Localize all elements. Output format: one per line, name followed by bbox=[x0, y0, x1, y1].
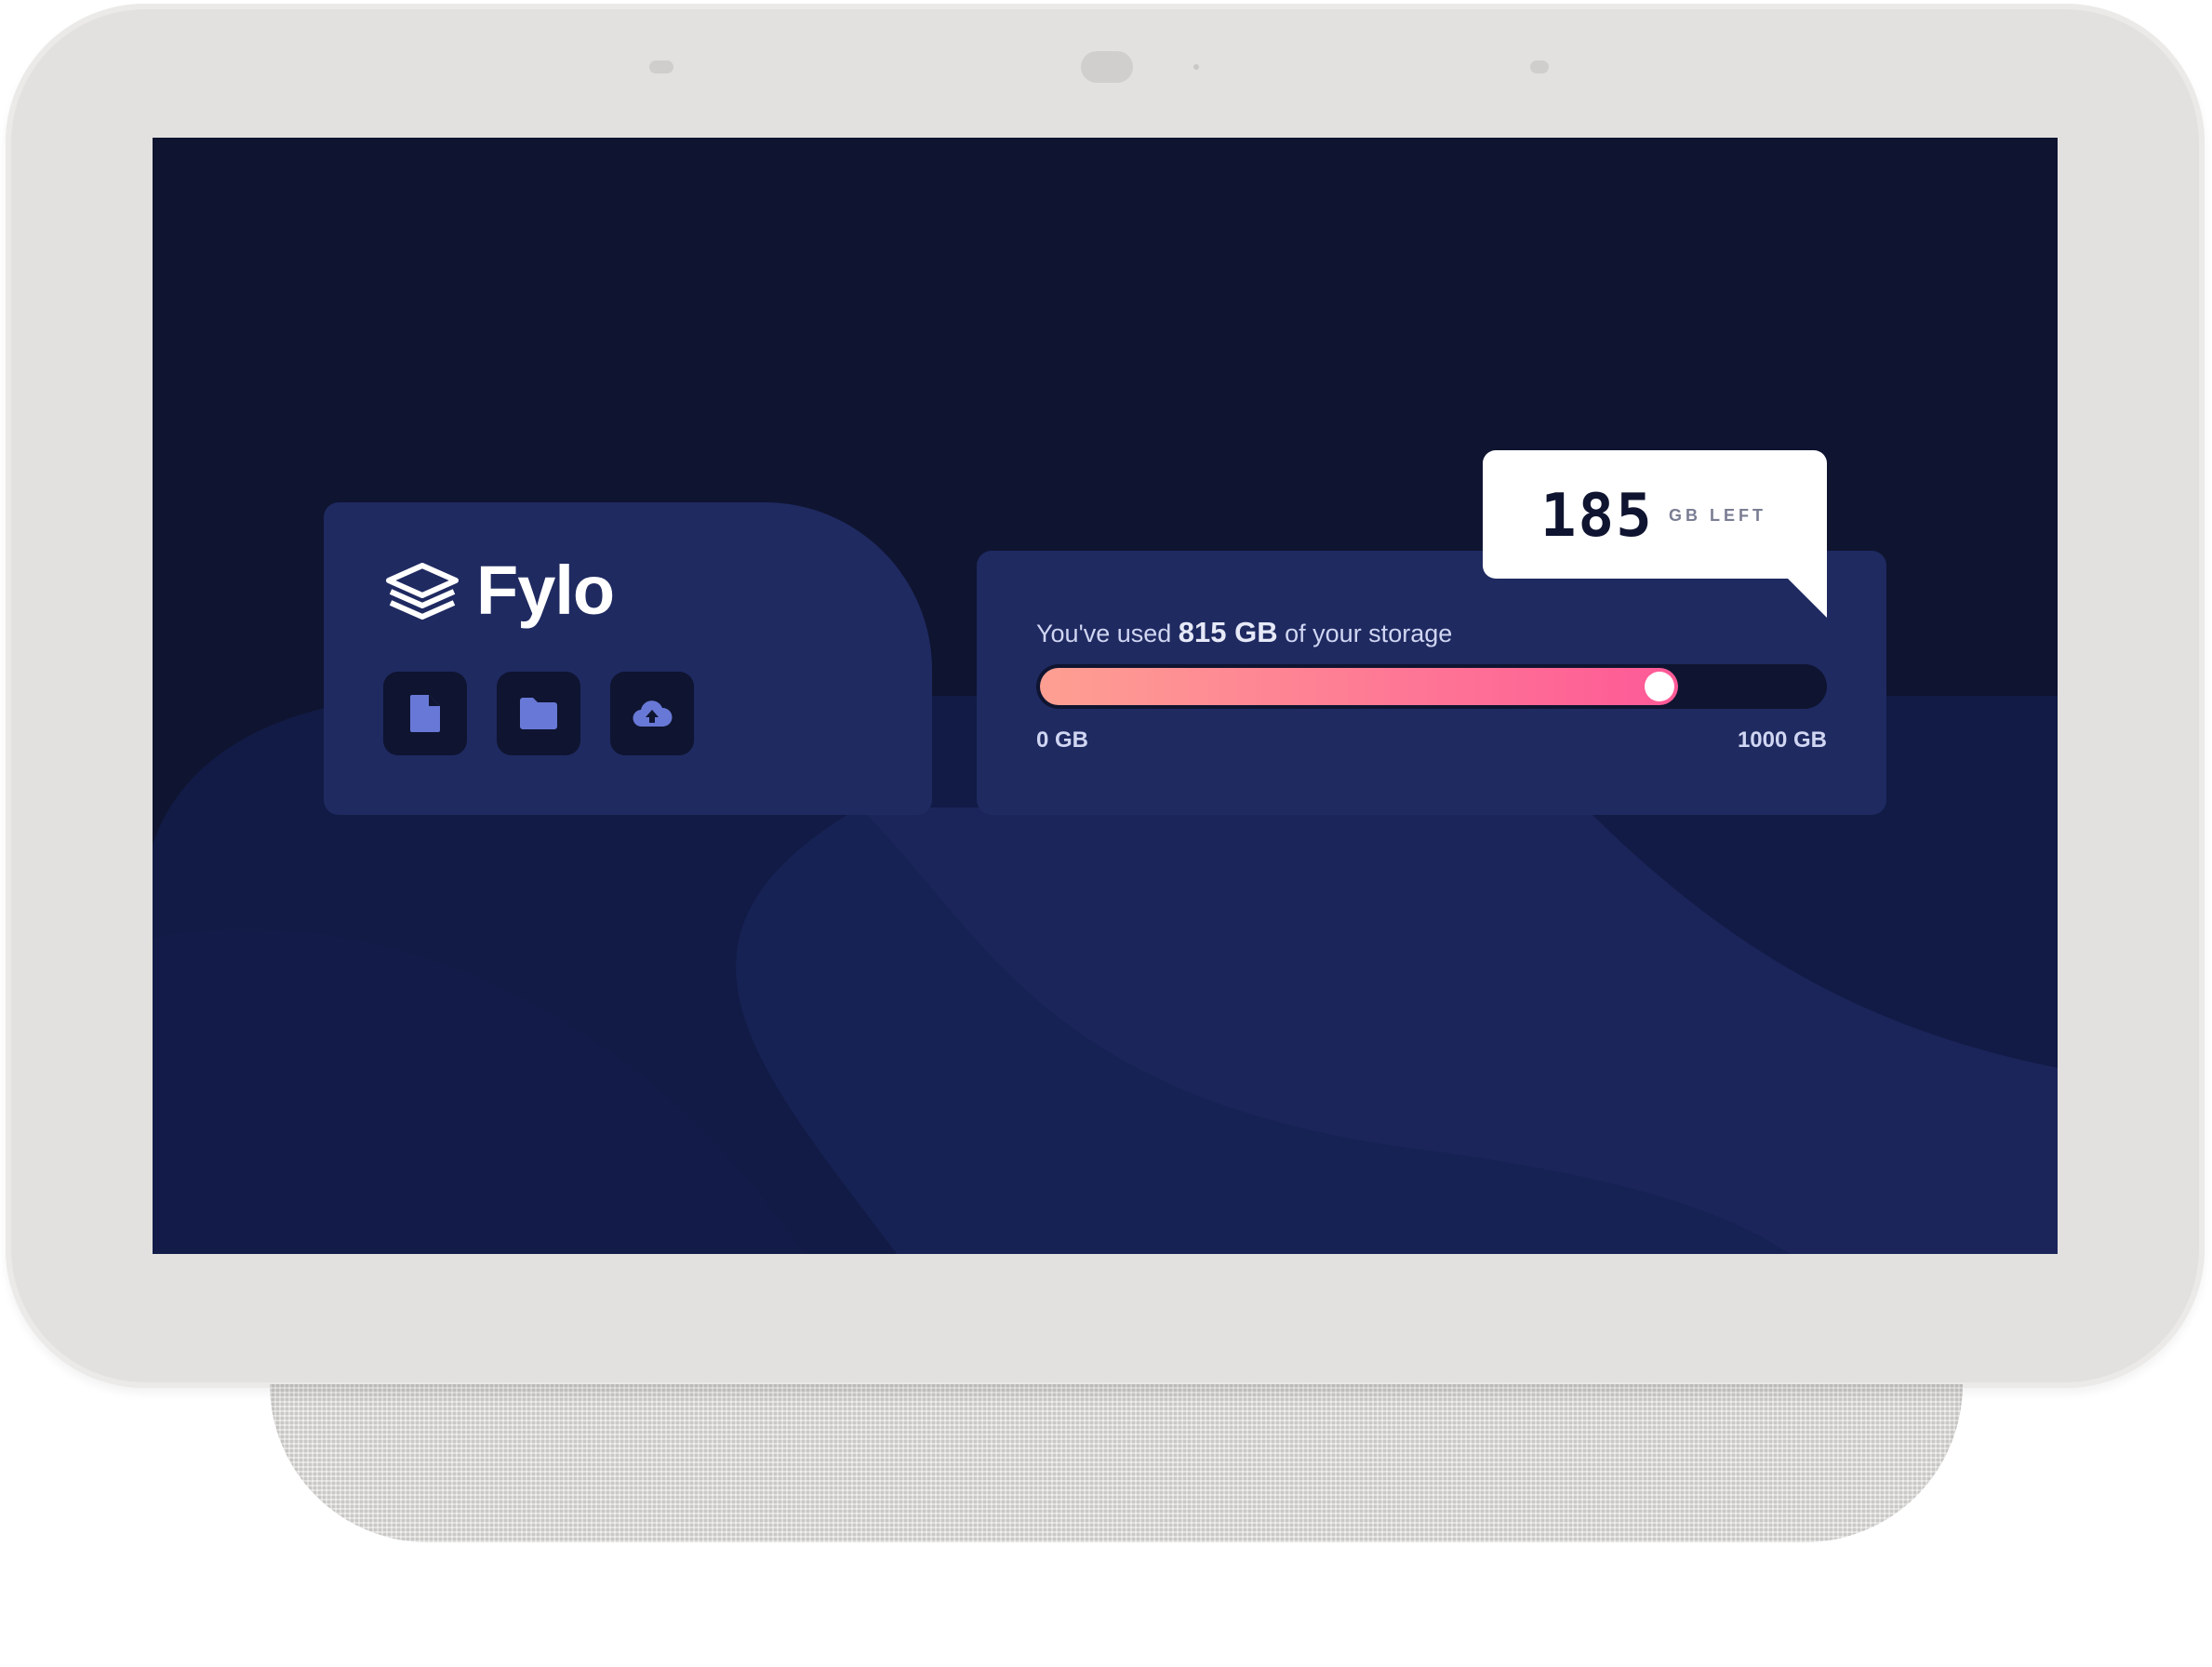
screen: Fylo You've used 815 GB of your storage … bbox=[153, 138, 2058, 1254]
remaining-value: 185 bbox=[1540, 482, 1654, 551]
camera-indicator bbox=[1193, 64, 1199, 70]
folder-icon bbox=[520, 698, 557, 729]
layers-icon bbox=[386, 562, 459, 620]
usage-summary: You've used 815 GB of your storage bbox=[1036, 616, 1452, 649]
action-icons bbox=[383, 672, 694, 755]
used-amount: 815 GB bbox=[1178, 616, 1278, 648]
upload-button[interactable] bbox=[610, 672, 694, 755]
storage-progress-track bbox=[1036, 664, 1827, 709]
scale-min-label: 0 GB bbox=[1036, 727, 1089, 753]
cloud-upload-icon bbox=[633, 700, 673, 727]
speaker-base bbox=[270, 1384, 1963, 1542]
usage-prefix: You've used bbox=[1036, 620, 1179, 647]
usage-suffix: of your storage bbox=[1277, 620, 1453, 647]
logo-text: Fylo bbox=[476, 552, 615, 629]
storage-progress-fill bbox=[1040, 668, 1678, 705]
folders-button[interactable] bbox=[497, 672, 580, 755]
camera-icon bbox=[1081, 51, 1133, 83]
smart-display-device: Fylo You've used 815 GB of your storage … bbox=[0, 0, 2212, 1667]
logo: Fylo bbox=[383, 551, 615, 630]
logo-card: Fylo bbox=[324, 502, 932, 815]
remaining-storage-bubble: 185 GB LEFT bbox=[1483, 450, 1827, 618]
progress-knob bbox=[1645, 672, 1674, 701]
microphone-sensor bbox=[1530, 60, 1549, 73]
storage-usage-card: You've used 815 GB of your storage 0 GB … bbox=[977, 551, 1886, 815]
light-sensor bbox=[649, 60, 673, 73]
remaining-unit: GB LEFT bbox=[1669, 506, 1766, 525]
scale-max-label: 1000 GB bbox=[1737, 727, 1827, 753]
documents-button[interactable] bbox=[383, 672, 467, 755]
document-icon bbox=[410, 695, 440, 732]
bubble-tail bbox=[1788, 579, 1827, 618]
